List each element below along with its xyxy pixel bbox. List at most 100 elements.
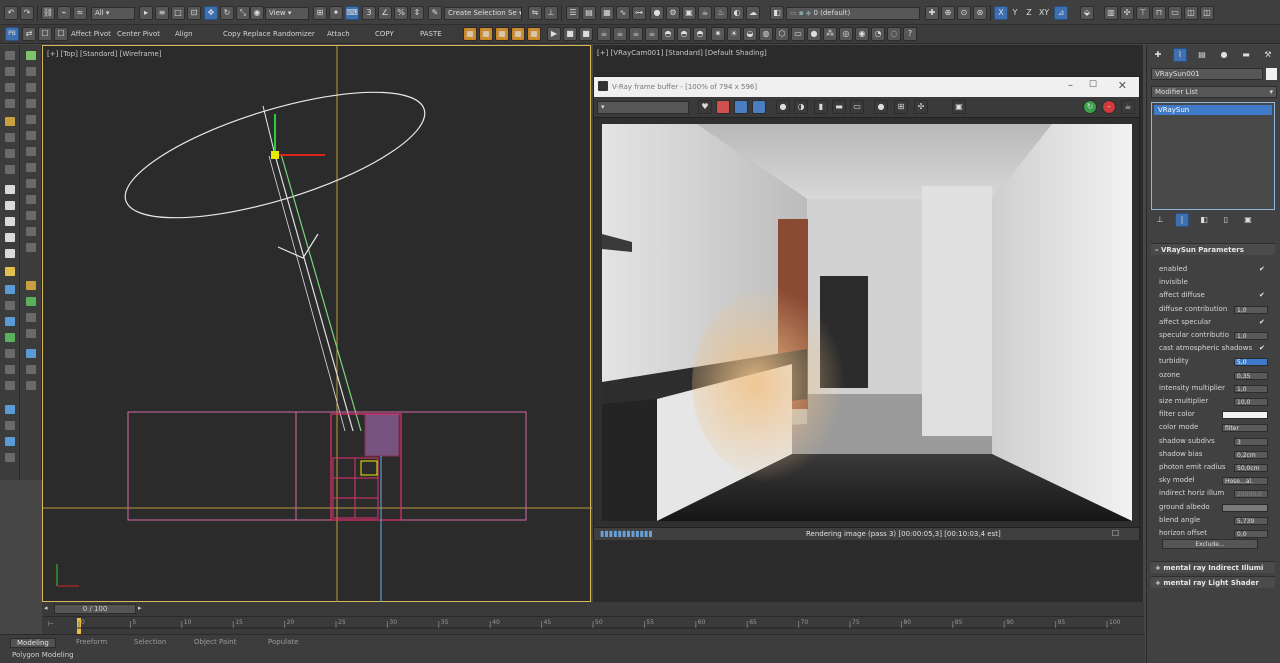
param-spinner[interactable]: 0,35 <box>1234 371 1268 380</box>
param-spinner[interactable]: 5,0 <box>1234 358 1268 367</box>
vray-light-icon[interactable]: ✷ <box>711 27 725 41</box>
ribbon-tab[interactable]: Modeling <box>10 638 56 648</box>
tool-a12-icon[interactable] <box>5 233 15 242</box>
center-pivot-icon[interactable]: ☐ <box>54 27 68 41</box>
exclude-button[interactable]: Exclude... <box>1162 539 1258 549</box>
render-preset-b-icon[interactable]: ☕ <box>613 27 627 41</box>
tool-a8-icon[interactable] <box>5 165 15 174</box>
tool-b5-icon[interactable] <box>26 115 36 124</box>
tool-b10-icon[interactable] <box>26 195 36 204</box>
tool-b11-icon[interactable] <box>26 211 36 220</box>
render-in-cloud-icon[interactable]: ☁ <box>746 6 760 20</box>
render-iterative-icon[interactable]: ♨ <box>714 6 728 20</box>
tool-a18-icon[interactable] <box>5 333 15 342</box>
param-checkbox[interactable]: ✔ <box>1259 292 1266 299</box>
vfb-blue-channel-icon[interactable] <box>752 100 766 114</box>
vfb-save-icon[interactable]: ♥ <box>698 100 712 114</box>
vfb-minimize-button[interactable]: – <box>1068 80 1073 91</box>
tool-a9-icon[interactable] <box>5 185 15 194</box>
tool-a5-icon[interactable] <box>5 117 15 126</box>
vfb-status-icons[interactable]: ▮▮▮▮▮▮▮▮▮▮▮▮ <box>600 529 653 538</box>
vfb-region-icon[interactable]: ● <box>874 100 888 114</box>
render-preset-e-icon[interactable]: ◓ <box>661 27 675 41</box>
material-editor-icon[interactable]: ● <box>650 6 664 20</box>
tool-b18-icon[interactable] <box>26 349 36 358</box>
kitchen-furniture-a[interactable] <box>364 413 400 457</box>
help-icon[interactable]: ? <box>903 27 917 41</box>
window-crossing-icon[interactable]: ⊡ <box>187 6 201 20</box>
link-icon[interactable]: ⛓ <box>41 6 55 20</box>
angle-snap-icon[interactable]: ∠ <box>378 6 392 20</box>
workspace-icon[interactable]: ▭ <box>1168 6 1182 20</box>
tool-b4-icon[interactable] <box>26 99 36 108</box>
pin-stack-button-icon[interactable]: ⊥ <box>1153 213 1167 227</box>
copy-button[interactable]: COPY <box>375 30 394 38</box>
paste-button[interactable]: PASTE <box>420 30 442 38</box>
time-prev-icon[interactable]: ◂ <box>44 604 48 612</box>
render-preset-g-icon[interactable]: ◓ <box>693 27 707 41</box>
create-layer-icon[interactable]: ✚ <box>925 6 939 20</box>
attach-button[interactable]: Attach <box>327 30 350 38</box>
panel-a-icon[interactable]: ◫ <box>1184 6 1198 20</box>
param-checkbox[interactable]: ✔ <box>1259 318 1266 326</box>
vray-fog-icon[interactable]: ◌ <box>887 27 901 41</box>
render-preset-a-icon[interactable]: ☕ <box>597 27 611 41</box>
render-preset-d-icon[interactable]: ☕ <box>645 27 659 41</box>
param-spinner[interactable]: Hose...al. <box>1222 477 1268 486</box>
configure-sets-icon[interactable]: ▣ <box>1241 213 1255 227</box>
script-a-icon[interactable]: ▦ <box>463 27 477 41</box>
axis-z-button[interactable]: Z <box>1022 6 1036 20</box>
utilities-tab-icon[interactable]: ⚒ <box>1261 48 1275 62</box>
select-object-icon[interactable]: ▸ <box>139 6 153 20</box>
script-c-icon[interactable]: ▦ <box>495 27 509 41</box>
vray-camera-icon[interactable]: ◎ <box>839 27 853 41</box>
tool-a11-icon[interactable] <box>5 217 15 226</box>
play-icon[interactable]: ▶ <box>547 27 561 41</box>
layer-manager-icon[interactable]: ◧ <box>770 6 784 20</box>
current-layer-dropdown[interactable]: ▭ ▪ ◈ 0 (default) <box>786 7 920 20</box>
layer-explorer-icon[interactable]: ▤ <box>582 6 596 20</box>
hierarchy-tab-icon[interactable]: ▤ <box>1195 48 1209 62</box>
viewport-layout-icon[interactable]: ▥ <box>1104 6 1118 20</box>
tool-a21-icon[interactable] <box>5 381 15 390</box>
tool-b12-icon[interactable] <box>26 227 36 236</box>
ribbon-sub-label[interactable]: Polygon Modeling <box>12 651 74 659</box>
tool-b20-icon[interactable] <box>26 381 36 390</box>
param-spinner[interactable]: 1,0 <box>1234 305 1268 314</box>
vfb-interactive-icon[interactable]: ☕ <box>1121 100 1135 114</box>
panel-b-icon[interactable]: ◫ <box>1200 6 1214 20</box>
selection-filter-dropdown[interactable]: All ▾ <box>91 7 135 20</box>
select-rotate-icon[interactable]: ↻ <box>220 6 234 20</box>
viewport-camera-label[interactable]: [+] [VRayCam001] [Standard] [Default Sha… <box>597 49 767 57</box>
tool-b15-icon[interactable] <box>26 297 36 306</box>
param-checkbox[interactable]: ✔ <box>1259 345 1266 352</box>
param-spinner[interactable]: 25000,0 <box>1234 490 1268 499</box>
mr-indirect-rollout[interactable]: + mental ray Indirect Illumi <box>1151 561 1275 573</box>
tool-a20-icon[interactable] <box>5 365 15 374</box>
tool-b7-icon[interactable] <box>26 147 36 156</box>
vfb-lens-icon[interactable]: ✣ <box>914 100 928 114</box>
vfb-green-channel-icon[interactable] <box>734 100 748 114</box>
param-checkbox[interactable] <box>1259 279 1266 286</box>
tool-b3-icon[interactable] <box>26 83 36 92</box>
param-spinner[interactable]: 3 <box>1234 437 1268 446</box>
edit-named-selections-icon[interactable]: ✎ <box>428 6 442 20</box>
vray-material-icon[interactable]: ◉ <box>855 27 869 41</box>
align-button[interactable]: Align <box>175 30 193 38</box>
display-tab-icon[interactable]: ▬ <box>1239 48 1253 62</box>
vfb-maximize-button[interactable]: ☐ <box>1089 80 1097 90</box>
vray-proxy-icon[interactable]: ⬡ <box>775 27 789 41</box>
sun-target-line-b[interactable] <box>280 153 362 432</box>
vfb-status-toggle-icon[interactable]: ☐ <box>1112 529 1119 538</box>
tool-a14-icon[interactable] <box>5 267 15 276</box>
tool-a17-icon[interactable] <box>5 317 15 326</box>
param-spinner[interactable]: 1,0 <box>1234 332 1268 340</box>
vray-dome-icon[interactable]: ◒ <box>743 27 757 41</box>
tool-a6-icon[interactable] <box>5 133 15 142</box>
ribbon-tab[interactable]: Populate <box>262 638 304 646</box>
tool-b16-icon[interactable] <box>26 313 36 322</box>
pivot-mode-icon[interactable]: PB <box>5 27 19 41</box>
room-outline-outer[interactable] <box>127 411 527 521</box>
select-manipulate-icon[interactable]: ✦ <box>329 6 343 20</box>
schematic-view-icon[interactable]: ⊶ <box>632 6 646 20</box>
